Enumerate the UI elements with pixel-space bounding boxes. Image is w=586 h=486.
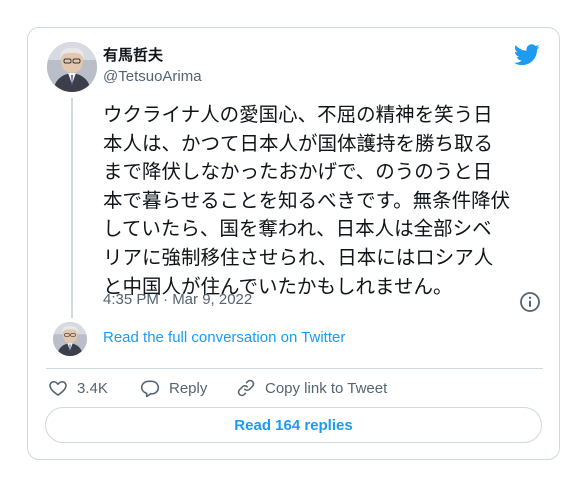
tweet-card: 有馬哲夫 @TetsuoArima ウクライナ人の愛国心、不屈の精神を笑う日 本… <box>27 27 560 460</box>
info-icon[interactable] <box>519 291 541 313</box>
avatar-portrait-image <box>47 42 97 92</box>
thread-author-avatar[interactable] <box>53 322 87 356</box>
tweet-text-line: ウクライナ人の愛国心、不屈の精神を笑う日 <box>103 103 493 126</box>
speech-bubble-icon <box>140 380 160 398</box>
tweet-text-line: 本で暮らせることを知るべきです。無条件降伏 <box>103 188 511 212</box>
tweet-text-line: まで降伏しなかったおかげで、のうのうと日 <box>103 160 493 184</box>
tweet-text: ウクライナ人の愛国心、不屈の精神を笑う日 本人は、かつて日本人が国体護持を勝ち取… <box>103 101 551 301</box>
like-count: 3.4K <box>77 379 108 397</box>
read-replies-button[interactable]: Read 164 replies <box>45 407 542 443</box>
author-avatar[interactable] <box>47 42 97 92</box>
author-handle[interactable]: @TetsuoArima <box>103 68 202 85</box>
divider <box>46 368 543 369</box>
link-icon <box>237 379 255 397</box>
like-button[interactable]: 3.4K <box>48 377 108 399</box>
tweet-text-line: 本人は、かつて日本人が国体護持を勝ち取る <box>103 131 494 155</box>
reply-label: Reply <box>169 379 208 397</box>
tweet-text-line: リアに強制移住させられ、日本にはロシア人 <box>103 245 494 269</box>
thread-connector-line <box>71 98 73 318</box>
twitter-bird-icon[interactable] <box>514 44 540 66</box>
author-display-name[interactable]: 有馬哲夫 <box>103 44 163 65</box>
read-full-conversation-link[interactable]: Read the full conversation on Twitter <box>103 329 345 346</box>
reply-button[interactable]: Reply <box>140 377 207 399</box>
copy-link-label: Copy link to Tweet <box>265 379 388 397</box>
avatar-portrait-image <box>53 322 87 356</box>
tweet-text-line: していたら、国を奪われ、日本人は全部シベ <box>103 217 492 241</box>
copy-link-button[interactable]: Copy link to Tweet <box>236 377 387 399</box>
tweet-timestamp[interactable]: 4:35 PM · Mar 9, 2022 <box>103 291 252 308</box>
heart-icon <box>49 380 67 396</box>
